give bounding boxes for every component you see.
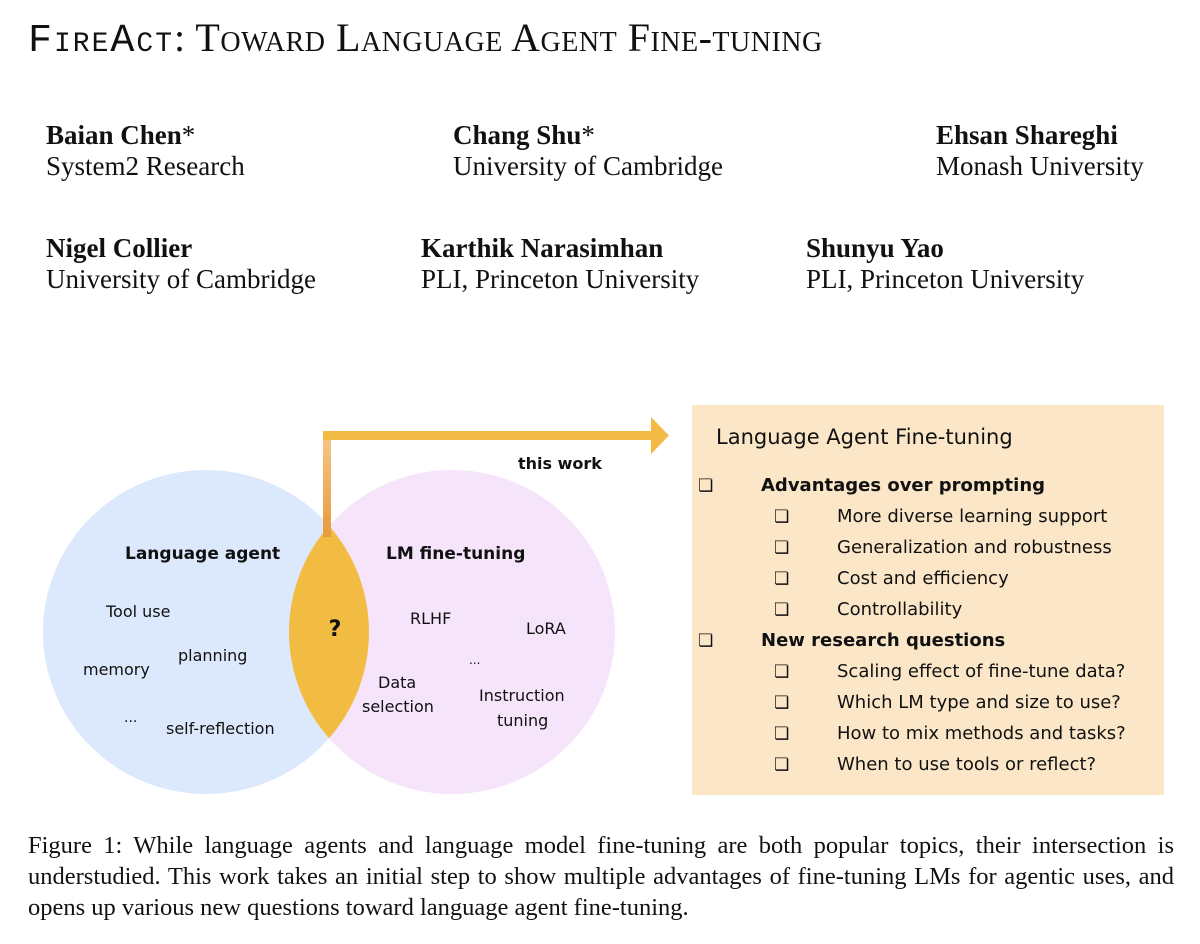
author-block: Ehsan Shareghi Monash University [936, 120, 1144, 182]
right-item-lora: LoRA [526, 619, 566, 638]
list-item-label: Generalization and robustness [837, 537, 1112, 558]
section-label: New research questions [761, 630, 1006, 651]
right-item-ellipsis: ... [469, 653, 480, 667]
list-item-label: More diverse learning support [837, 506, 1108, 527]
title-prefix: FireAct [28, 19, 175, 64]
author-name: Shunyu Yao [806, 233, 944, 263]
arrow-stem [323, 431, 331, 537]
arrow-head-icon [651, 417, 669, 454]
author-block: Baian Chen* System2 Research [46, 120, 245, 182]
author-name: Baian Chen [46, 120, 182, 150]
list-item-label: How to mix methods and tasks? [837, 723, 1126, 744]
list-item-label: When to use tools or reflect? [837, 754, 1097, 775]
author-block: Shunyu Yao PLI, Princeton University [806, 233, 1084, 295]
title-rest: : Toward Language Agent Fine-tuning [174, 15, 823, 60]
left-item-self-reflection: self-reflection [166, 719, 275, 738]
checkbox-icon: ❏ [774, 569, 790, 589]
equal-contribution-mark: * [581, 120, 595, 150]
right-item-tuning: tuning [497, 711, 548, 730]
checkbox-icon: ❏ [698, 631, 714, 651]
author-name: Karthik Narasimhan [421, 233, 664, 263]
box-title: Language Agent Fine-tuning [716, 425, 1013, 449]
checkbox-icon: ❏ [774, 538, 790, 558]
checkbox-icon: ❏ [774, 724, 790, 744]
right-item-selection: selection [362, 697, 434, 716]
author-name: Nigel Collier [46, 233, 193, 263]
checkbox-icon: ❏ [774, 600, 790, 620]
author-affiliation: University of Cambridge [46, 264, 316, 294]
checkbox-icon: ❏ [774, 507, 790, 527]
author-name: Ehsan Shareghi [936, 120, 1118, 150]
author-block: Chang Shu* University of Cambridge [453, 120, 723, 182]
author-name: Chang Shu [453, 120, 582, 150]
fine-tuning-summary-box: Language Agent Fine-tuning ❏ Advantages … [692, 405, 1164, 795]
left-item-tool-use: Tool use [105, 602, 170, 621]
checkbox-icon: ❏ [774, 693, 790, 713]
arrow-bar [323, 431, 655, 440]
author-affiliation: PLI, Princeton University [421, 264, 700, 294]
checkbox-icon: ❏ [774, 755, 790, 775]
left-item-planning: planning [178, 646, 247, 665]
intersection-question-mark: ? [329, 617, 342, 642]
list-item-label: Cost and efficiency [837, 568, 1009, 589]
author-block: Karthik Narasimhan PLI, Princeton Univer… [421, 233, 699, 295]
section-label: Advantages over prompting [761, 475, 1046, 496]
right-item-rlhf: RLHF [410, 609, 451, 628]
venn-diagram: this work ? Language agent Tool use plan… [43, 417, 669, 794]
list-item-label: Controllability [837, 599, 963, 620]
right-item-instruction: Instruction [479, 686, 565, 705]
checkbox-icon: ❏ [698, 476, 714, 496]
right-item-data: Data [378, 673, 416, 692]
arrow-label: this work [518, 454, 602, 473]
checkbox-icon: ❏ [774, 662, 790, 682]
author-affiliation: Monash University [936, 151, 1144, 181]
author-block: Nigel Collier University of Cambridge [46, 233, 316, 295]
list-item-label: Which LM type and size to use? [837, 692, 1121, 713]
author-affiliation: University of Cambridge [453, 151, 723, 181]
author-affiliation: System2 Research [46, 151, 245, 181]
list-item-label: Scaling effect of fine-tune data? [837, 661, 1126, 682]
left-set-title: Language agent [125, 544, 280, 564]
left-item-ellipsis: ... [124, 710, 137, 726]
author-affiliation: PLI, Princeton University [806, 264, 1085, 294]
left-item-memory: memory [83, 660, 150, 679]
figure-caption: Figure 1: While language agents and lang… [28, 832, 1174, 921]
right-set-title: LM fine-tuning [386, 544, 525, 564]
paper-title: FireAct: Toward Language Agent Fine-tuni… [28, 14, 823, 64]
equal-contribution-mark: * [181, 120, 196, 150]
